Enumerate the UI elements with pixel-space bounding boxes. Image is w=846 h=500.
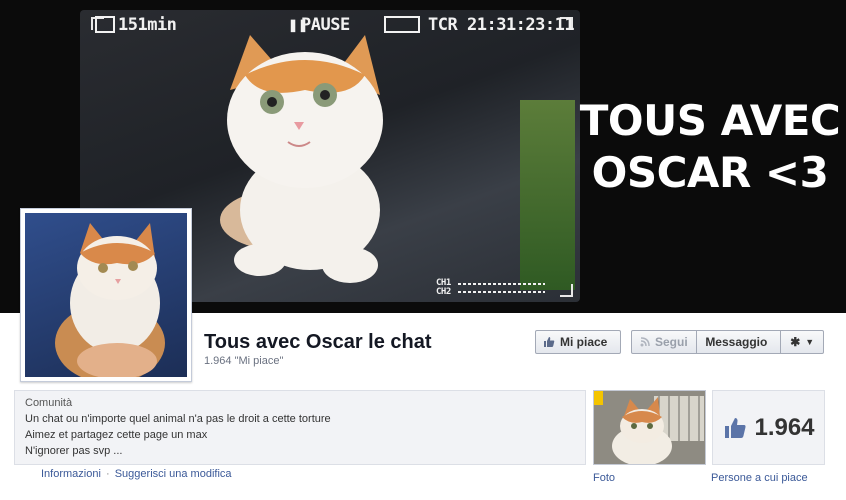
likes-box[interactable]: 1.964	[712, 390, 825, 465]
likes-label[interactable]: Persone a cui piace	[711, 472, 808, 484]
thumbs-up-icon	[544, 337, 555, 347]
cat-photo	[220, 35, 383, 283]
timecode: 21:31:23:11	[467, 15, 575, 35]
likes-number: 1.964	[754, 413, 815, 441]
about-box[interactable]: Comunità Un chat ou n'importe quel anima…	[14, 390, 586, 465]
about-line-1: Un chat ou n'importe quel animal n'a pas…	[25, 413, 331, 425]
follow-button-label: Segui	[655, 335, 688, 349]
rss-icon	[640, 337, 650, 347]
recording-time: 151min	[118, 15, 177, 35]
follow-button[interactable]: Segui	[632, 331, 698, 353]
tcr-label: TCR	[428, 15, 458, 35]
about-links: Informazioni · Suggerisci una modifica	[41, 468, 232, 480]
suggest-edit-link[interactable]: Suggerisci una modifica	[115, 468, 232, 480]
profile-picture-image	[25, 213, 187, 377]
info-link[interactable]: Informazioni	[41, 468, 101, 480]
cover-headline-line-2: OSCAR <3	[591, 148, 829, 197]
page-likes-count[interactable]: 1.964 "Mi piace"	[204, 355, 283, 367]
page-title[interactable]: Tous avec Oscar le chat	[204, 331, 432, 354]
photos-label[interactable]: Foto	[593, 472, 615, 484]
channel-label-2: CH2	[436, 287, 451, 297]
chevron-down-icon: ▼	[805, 337, 815, 347]
cover-headline-line-1: TOUS AVEC	[579, 96, 841, 145]
profile-picture[interactable]	[20, 208, 192, 382]
cover-headline: TOUS AVEC OSCAR <3	[575, 95, 845, 199]
link-separator: ·	[105, 468, 110, 480]
like-button-label: Mi piace	[560, 335, 608, 349]
about-line-2: Aimez et partagez cette page un max	[25, 429, 208, 441]
like-button[interactable]: Mi piace	[535, 330, 621, 354]
thumbs-up-icon	[725, 417, 747, 438]
gear-icon: ✱	[790, 335, 801, 349]
photos-thumbnail[interactable]	[593, 390, 706, 465]
page-actions-group: Segui Messaggio ✱ ▼	[631, 330, 824, 354]
about-line-3: N'ignorer pas svp ...	[25, 445, 123, 457]
message-button-label: Messaggio	[705, 335, 768, 349]
page-category: Comunità	[25, 397, 73, 409]
photos-cat-image	[594, 391, 705, 464]
profile-cat-image	[55, 223, 165, 377]
message-button[interactable]: Messaggio	[697, 331, 782, 353]
settings-dropdown[interactable]: ✱ ▼	[781, 331, 823, 353]
